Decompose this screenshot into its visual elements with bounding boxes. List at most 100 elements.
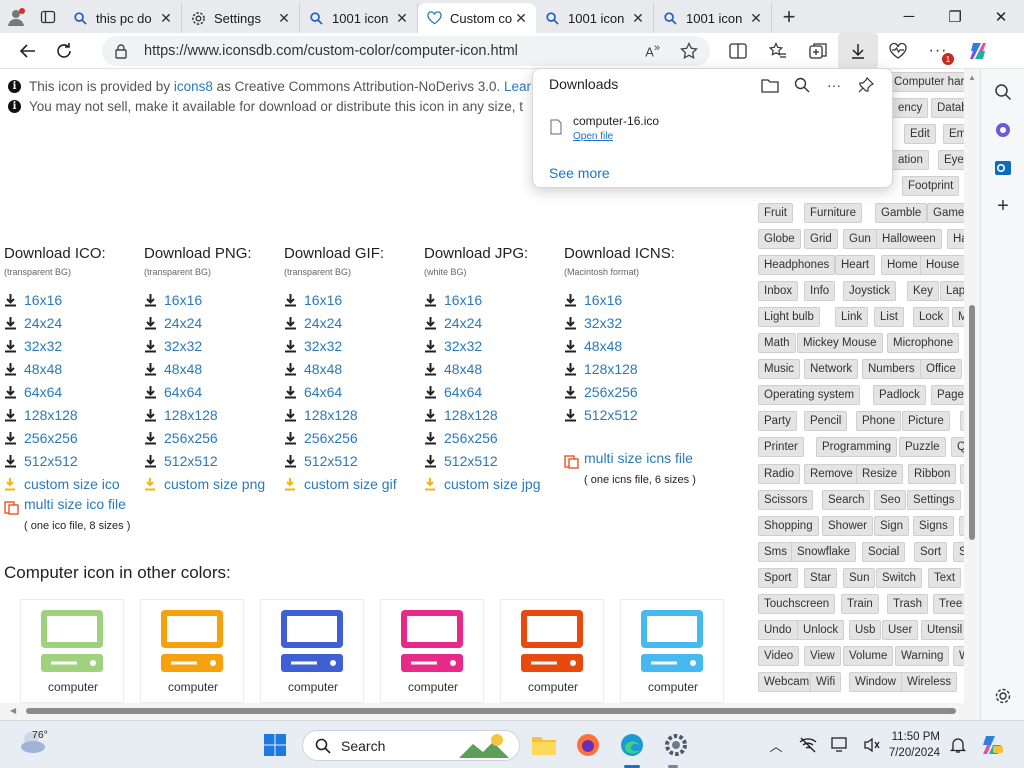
tag-link[interactable]: Shopping xyxy=(758,515,819,536)
download-size-link[interactable]: 256x256 xyxy=(144,426,284,449)
tag-link[interactable]: Text xyxy=(928,567,962,588)
refresh-button[interactable] xyxy=(46,33,82,69)
collections-button[interactable] xyxy=(798,33,838,69)
tag-link[interactable]: Radio xyxy=(758,463,801,484)
tag-link[interactable]: Video xyxy=(758,646,800,667)
tag-link[interactable]: User xyxy=(882,620,919,641)
download-size-link[interactable]: 24x24 xyxy=(4,311,144,334)
tag-link[interactable]: Email xyxy=(943,124,964,145)
settings-more-button[interactable]: ··· 1 xyxy=(918,33,958,69)
tag-link[interactable]: Switch xyxy=(876,567,922,588)
tag-link[interactable]: Lock xyxy=(913,306,950,327)
download-size-link[interactable]: 128x128 xyxy=(284,403,424,426)
tag-link[interactable]: Hand xyxy=(947,228,964,249)
download-size-link[interactable]: 512x512 xyxy=(144,449,284,472)
tag-link[interactable]: Joystick xyxy=(843,280,896,301)
see-more-link[interactable]: See more xyxy=(549,165,610,181)
url-field[interactable]: https://www.iconsdb.com/custom-color/com… xyxy=(102,36,710,66)
tag-link[interactable]: Touchscreen xyxy=(758,594,836,614)
tag-link[interactable]: ation xyxy=(892,150,929,171)
tag-link[interactable]: ency xyxy=(892,98,929,119)
tag-link[interactable]: Gun xyxy=(843,228,877,249)
show-hidden-icons-button[interactable]: ︿ xyxy=(760,733,792,757)
tag-link[interactable]: Furniture xyxy=(804,202,863,223)
sidebar-add-button[interactable]: + xyxy=(981,189,1024,223)
tag-link[interactable]: Sport xyxy=(758,567,798,588)
tag-link[interactable]: Printer xyxy=(758,437,804,458)
tag-link[interactable]: Scissors xyxy=(758,489,814,510)
download-size-link[interactable]: 128x128 xyxy=(564,357,704,380)
download-size-link[interactable]: 16x16 xyxy=(564,288,704,311)
tag-link[interactable]: List xyxy=(874,306,904,327)
new-tab-button[interactable]: + xyxy=(772,2,806,32)
browser-tab[interactable]: 1001 icon ✕ xyxy=(536,3,654,33)
split-screen-button[interactable] xyxy=(718,33,758,69)
start-button[interactable] xyxy=(263,733,287,762)
tag-link[interactable]: Trash xyxy=(887,594,928,614)
sidebar-outlook-button[interactable] xyxy=(981,151,1024,185)
tag-link[interactable]: Globe xyxy=(758,228,801,249)
tag-link[interactable]: Phone xyxy=(856,411,902,432)
tag-link[interactable]: Fruit xyxy=(758,202,793,223)
downloads-button[interactable] xyxy=(838,33,878,69)
color-variant-card[interactable]: computer xyxy=(20,599,124,703)
tag-link[interactable]: Numbers xyxy=(862,359,921,380)
tag-link[interactable]: Pencil xyxy=(804,411,848,432)
tag-link[interactable]: Puzzle xyxy=(899,437,946,458)
taskbar-search[interactable]: Search xyxy=(302,730,520,761)
tag-link[interactable]: Microphone xyxy=(887,333,960,353)
download-size-link[interactable]: 16x16 xyxy=(284,288,424,311)
download-size-link[interactable]: 24x24 xyxy=(424,311,564,334)
browser-tab[interactable]: Settings ✕ xyxy=(182,3,300,33)
copilot-button[interactable] xyxy=(958,33,998,69)
file-explorer-button[interactable] xyxy=(530,731,558,759)
tag-link[interactable]: Webcam xyxy=(758,672,816,693)
tag-link[interactable]: Questio xyxy=(951,437,964,458)
close-tab-icon[interactable]: ✕ xyxy=(631,10,645,27)
search-downloads-button[interactable] xyxy=(786,73,818,97)
profile-button[interactable] xyxy=(0,1,32,33)
tag-link[interactable]: Unlock xyxy=(797,620,845,641)
download-size-link[interactable]: 256x256 xyxy=(284,426,424,449)
tag-link[interactable]: Laptop xyxy=(940,280,964,301)
tag-link[interactable]: Music xyxy=(758,359,801,380)
multi-size-link[interactable]: multi size ico file xyxy=(4,496,144,518)
tag-link[interactable]: Party xyxy=(758,411,797,432)
tag-link[interactable]: Sun xyxy=(843,567,876,588)
download-size-link[interactable]: 256x256 xyxy=(4,426,144,449)
tag-link[interactable]: Halloween xyxy=(876,228,942,249)
tag-link[interactable]: Settings xyxy=(907,489,961,510)
download-size-link[interactable]: 128x128 xyxy=(424,403,564,426)
custom-size-link[interactable]: custom size jpg xyxy=(424,472,564,495)
custom-size-link[interactable]: custom size ico xyxy=(4,472,144,495)
custom-size-link[interactable]: custom size png xyxy=(144,472,284,495)
close-tab-icon[interactable]: ✕ xyxy=(514,10,528,27)
download-size-link[interactable]: 64x64 xyxy=(424,380,564,403)
tag-link[interactable]: Seo xyxy=(874,489,907,510)
custom-size-link[interactable]: custom size gif xyxy=(284,472,424,495)
tag-link[interactable]: Train xyxy=(841,594,879,614)
tag-link[interactable]: Resize xyxy=(856,463,904,484)
download-size-link[interactable]: 512x512 xyxy=(424,449,564,472)
tag-link[interactable]: Search xyxy=(822,489,871,510)
tag-link[interactable]: Eye xyxy=(938,150,964,171)
download-size-link[interactable]: 24x24 xyxy=(284,311,424,334)
tag-link[interactable]: Ribbon xyxy=(908,463,957,484)
download-file-name[interactable]: computer-16.ico xyxy=(573,114,659,128)
horizontal-scrollbar[interactable]: ◀ ▶ xyxy=(0,703,980,720)
tag-link[interactable]: Datab xyxy=(931,98,964,119)
tag-link[interactable]: Remove xyxy=(804,463,859,484)
browser-tab[interactable]: 1001 icon ✕ xyxy=(654,3,772,33)
color-variant-card[interactable]: computer xyxy=(620,599,724,703)
download-size-link[interactable]: 48x48 xyxy=(4,357,144,380)
tag-link[interactable]: Operating system xyxy=(758,385,861,406)
download-size-link[interactable]: 256x256 xyxy=(564,380,704,403)
tag-link[interactable]: Heart xyxy=(835,254,876,275)
download-size-link[interactable]: 512x512 xyxy=(284,449,424,472)
tag-link[interactable]: Office xyxy=(920,359,962,380)
download-size-link[interactable]: 64x64 xyxy=(284,380,424,403)
multi-size-link[interactable]: multi size icns file xyxy=(564,450,704,472)
learn-more-link[interactable]: Lear xyxy=(504,79,531,94)
download-size-link[interactable]: 48x48 xyxy=(564,334,704,357)
tag-link[interactable]: Network xyxy=(804,359,859,380)
